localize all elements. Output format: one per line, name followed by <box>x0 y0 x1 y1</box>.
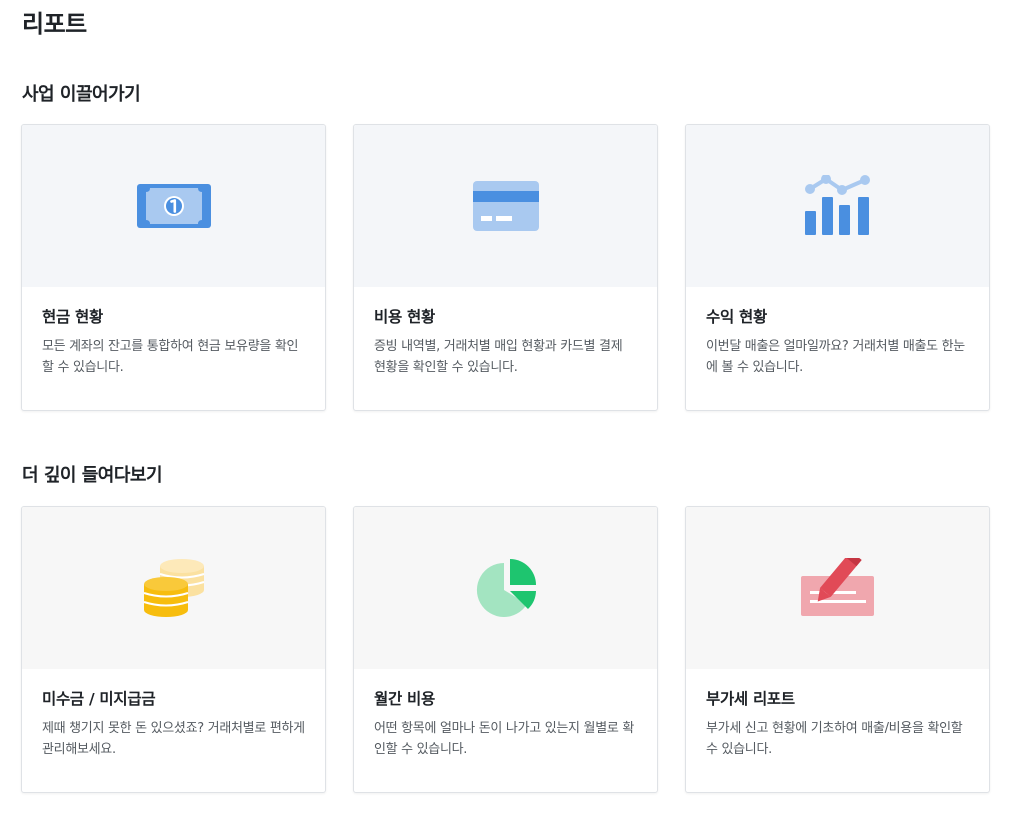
pie-chart-icon <box>476 559 536 617</box>
section-title-deep-dive: 더 깊이 들여다보기 <box>22 465 163 486</box>
section-title-lead-business: 사업 이끌어가기 <box>22 84 141 105</box>
card-description: 어떤 항목에 얼마나 돈이 나가고 있는지 월별로 확인할 수 있습니다. <box>374 721 635 757</box>
card-title: 현금 현황 <box>42 308 103 326</box>
card-title: 수익 현황 <box>706 308 767 326</box>
report-card-revenue-status[interactable]: 수익 현황 이번달 매출은 얼마일까요? 거래처별 매출도 한눈에 볼 수 있습… <box>685 124 990 411</box>
card-title: 월간 비용 <box>374 690 435 708</box>
credit-card-icon <box>472 181 539 231</box>
card-description: 모든 계좌의 잔고를 통합하여 현금 보유량을 확인할 수 있습니다. <box>42 339 299 375</box>
card-description: 이번달 매출은 얼마일까요? 거래처별 매출도 한눈에 볼 수 있습니다. <box>706 339 965 375</box>
card-illustration <box>686 507 989 669</box>
card-title: 미수금 / 미지급금 <box>42 690 156 708</box>
page-title: 리포트 <box>22 10 87 38</box>
card-illustration <box>22 125 325 287</box>
card-illustration <box>686 125 989 287</box>
card-illustration <box>354 507 657 669</box>
card-description: 부가세 신고 현황에 기초하여 매출/비용을 확인할 수 있습니다. <box>706 721 963 757</box>
card-title: 부가세 리포트 <box>706 690 795 708</box>
report-card-grid-deep: 미수금 / 미지급금 제때 챙기지 못한 돈 있으셨죠? 거래처별로 편하게 관… <box>21 506 990 793</box>
pencil-form-icon <box>800 558 874 616</box>
report-card-vat-report[interactable]: 부가세 리포트 부가세 신고 현황에 기초하여 매출/비용을 확인할 수 있습니… <box>685 506 990 793</box>
report-card-cash-status[interactable]: 현금 현황 모든 계좌의 잔고를 통합하여 현금 보유량을 확인할 수 있습니다… <box>21 124 326 411</box>
report-card-expense-status[interactable]: 비용 현황 증빙 내역별, 거래처별 매입 현황과 카드별 결제 현황을 확인할… <box>353 124 658 411</box>
card-illustration <box>354 125 657 287</box>
bar-line-chart-icon <box>804 175 870 235</box>
card-illustration <box>22 507 325 669</box>
card-title: 비용 현황 <box>374 308 435 326</box>
card-description: 증빙 내역별, 거래처별 매입 현황과 카드별 결제 현황을 확인할 수 있습니… <box>374 339 623 375</box>
coins-icon <box>143 559 204 617</box>
report-card-grid-lead: 현금 현황 모든 계좌의 잔고를 통합하여 현금 보유량을 확인할 수 있습니다… <box>21 124 990 411</box>
banknote-icon <box>136 184 211 228</box>
report-card-monthly-cost[interactable]: 월간 비용 어떤 항목에 얼마나 돈이 나가고 있는지 월별로 확인할 수 있습… <box>353 506 658 793</box>
report-card-receivables-payables[interactable]: 미수금 / 미지급금 제때 챙기지 못한 돈 있으셨죠? 거래처별로 편하게 관… <box>21 506 326 793</box>
card-description: 제때 챙기지 못한 돈 있으셨죠? 거래처별로 편하게 관리해보세요. <box>42 721 305 757</box>
